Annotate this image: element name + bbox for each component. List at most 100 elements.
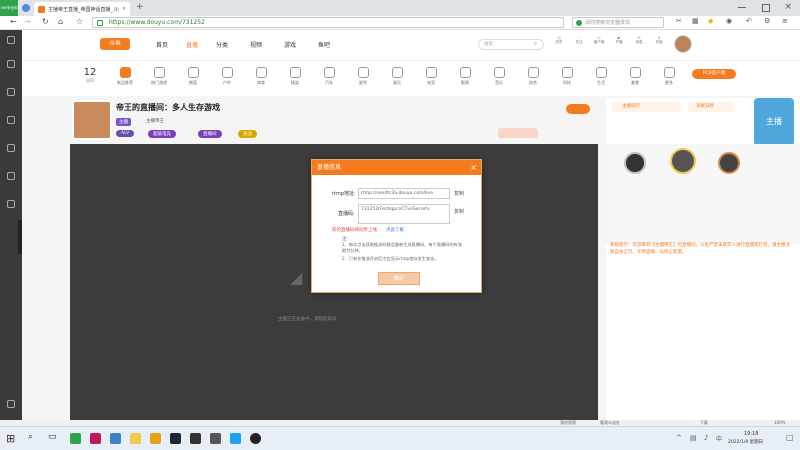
tray-network-icon[interactable]: ▤ [690,434,697,442]
room-pill-2[interactable]: 超级电竞 [148,130,176,138]
tray-ime-icon[interactable]: 中 [716,434,722,443]
sidebar-item-4[interactable] [0,116,22,125]
cat-4[interactable]: 户外 [212,67,242,86]
new-tab-button[interactable]: + [136,2,144,12]
confirm-button[interactable]: 确定 [378,272,420,285]
cat-2[interactable]: 热门游戏 [144,67,174,86]
gift-banner[interactable] [498,128,538,138]
cat-9[interactable]: 娱乐 [382,67,412,86]
client-button[interactable]: ▭ 客户端 [592,36,606,45]
search-icon[interactable]: ⌕ [534,40,537,48]
undo-icon[interactable]: ↶ [746,17,752,25]
rtmp-input[interactable]: rtmp://sendtc3a.douyu.com/live [358,188,450,199]
sidebar-item-7[interactable] [0,200,22,209]
nav-yuba[interactable]: 鱼吧 [318,40,330,49]
start-windows-icon[interactable]: ⊞ [6,432,15,445]
menu-icon[interactable]: ≡ [782,17,788,25]
learn-more-link[interactable]: 点此了解 [386,227,404,233]
tab-douyu[interactable]: 主播帝王直播_帝国神话直播_斗鱼 × [34,2,130,16]
sidebar-item-bottom[interactable] [0,400,22,409]
zoom-level[interactable]: 100% [774,420,785,425]
rank-avatar-2[interactable] [670,148,696,174]
refresh-icon[interactable]: ↻ [42,17,49,26]
browser-search-input[interactable]: 请你搜索浏览器发现 [572,17,664,28]
cat-13[interactable]: 综合 [518,67,548,86]
room-pill-1[interactable]: ALV [116,130,135,137]
settings-gear-icon[interactable]: ⚙ [764,17,770,25]
close-window-icon[interactable]: × [784,2,792,12]
taskbar-search-icon[interactable]: ⌕ [28,432,33,442]
taskbar-app5-icon[interactable] [150,433,161,444]
nav-video[interactable]: 视频 [250,40,262,49]
cat-7[interactable]: 汽车 [314,67,344,86]
url-bar[interactable]: https://www.douyu.com/731252 [92,17,564,28]
promo-badge[interactable]: 主播 [754,98,794,146]
cat-14[interactable]: 科技 [552,67,582,86]
user-icon[interactable]: ◉ [726,17,732,25]
stream-key-input[interactable]: 731252rFezhqpcnCTvoSecretv [358,204,450,224]
taskbar-obs-icon[interactable] [250,433,261,444]
taskbar-360-icon[interactable] [70,433,81,444]
douyu-logo[interactable]: 斗鱼 [100,38,130,50]
forward-icon[interactable]: → [24,17,31,26]
promo-button[interactable]: PCB客户端 [692,69,736,79]
clock-time[interactable]: 19:18 [744,431,758,437]
cat-8[interactable]: 星秀 [348,67,378,86]
nav-game[interactable]: 游戏 [284,40,296,49]
cat-10[interactable]: 电竞 [416,67,446,86]
follow-streamer-button[interactable] [566,104,590,114]
notification-icon[interactable]: ▢ [786,433,794,442]
tray-volume-icon[interactable]: ♪ [704,434,708,442]
recharge-button[interactable]: ¥ 充值 [652,36,666,45]
streamer-avatar[interactable] [72,100,112,140]
start-live-button[interactable]: ▶ 开播 [612,36,626,45]
room-pill-4[interactable]: 关注 [238,130,257,138]
cat-5[interactable]: 体育 [246,67,276,86]
cat-16[interactable]: 美食 [620,67,650,86]
streamer-name[interactable]: 主播帝王 [146,118,164,124]
sidebar-item-6[interactable] [0,172,22,181]
sidebar-item-1[interactable] [0,36,22,45]
rank-tab[interactable]: 主播排行 [612,102,682,112]
cat-11[interactable]: 影视 [450,67,480,86]
tray-chevron-icon[interactable]: ^ [676,434,682,442]
clock-date[interactable]: 2022/1/9 星期日 [728,439,763,445]
taskbar-app7-icon[interactable] [190,433,201,444]
back-tab-icon[interactable] [22,4,30,12]
copy-rtmp-button[interactable]: 复制 [454,190,464,197]
taskbar-app8-icon[interactable] [210,433,221,444]
favorite-star-icon[interactable]: ☆ [76,17,83,26]
contribution-tab[interactable]: 贡献日榜 [688,102,734,112]
taskbar-app2-icon[interactable] [90,433,101,444]
sidebar-item-5[interactable] [0,144,22,153]
rank-avatar-1[interactable] [624,152,646,174]
history-button[interactable]: ◷ 历史 [552,36,566,45]
user-avatar[interactable] [674,35,692,53]
follow-button[interactable]: ♡ 关注 [572,36,586,45]
nav-category[interactable]: 分类 [216,40,228,49]
taskbar-app9-icon[interactable] [230,433,241,444]
cat-3[interactable]: 颜值 [178,67,208,86]
cat-15[interactable]: 生活 [586,67,616,86]
taskbar-steam-icon[interactable] [170,433,181,444]
close-tab-icon[interactable]: × [122,6,126,12]
nav-live[interactable]: 直播 [186,40,198,49]
cat-1[interactable]: 新品推荐 [110,67,140,86]
grid-apps-icon[interactable]: ▦ [692,17,699,25]
room-pill-3[interactable]: 直播间 [198,130,222,138]
home-icon[interactable]: ⌂ [58,17,63,26]
message-button[interactable]: ✉ 消息 [632,36,646,45]
dialog-close-icon[interactable]: × [470,160,477,175]
sidebar-item-2[interactable] [0,60,22,69]
cat-12[interactable]: 音乐 [484,67,514,86]
minimize-icon[interactable] [738,7,746,8]
maximize-icon[interactable] [762,4,770,12]
nav-home[interactable]: 首页 [156,40,168,49]
cat-17[interactable]: 更多 [654,67,684,86]
sidebar-item-3[interactable] [0,88,22,97]
extension-shield-icon[interactable]: ◆ [708,17,713,25]
task-view-icon[interactable]: ▭ [48,432,57,442]
rank-avatar-3[interactable] [718,152,740,174]
cat-6[interactable]: 搞笑 [280,67,310,86]
copy-key-button[interactable]: 复制 [454,208,464,215]
